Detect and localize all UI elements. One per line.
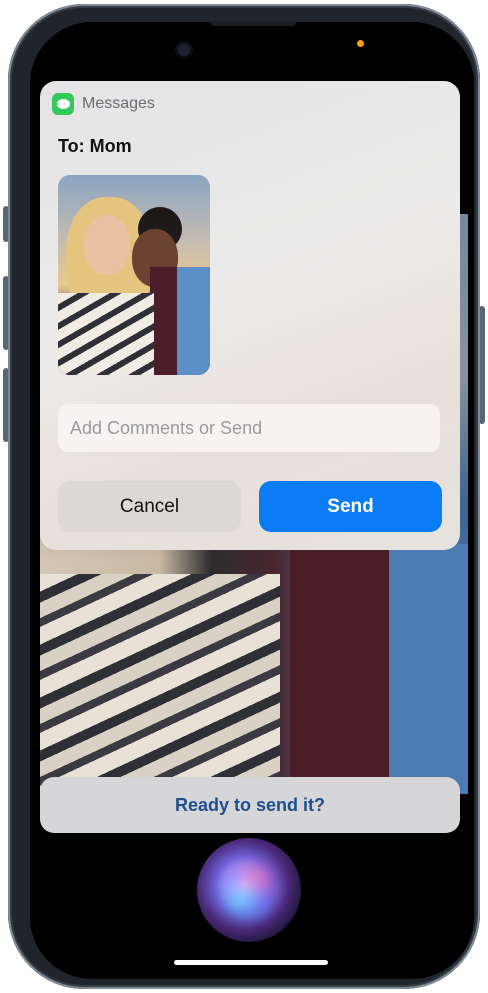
wallpaper-scarf	[40, 574, 280, 794]
speaker-grille	[210, 22, 296, 26]
wallpaper-shirt	[290, 544, 468, 794]
comment-input[interactable]	[58, 404, 440, 452]
siri-orb-icon[interactable]	[197, 838, 301, 942]
recipient-line: To: Mom	[58, 136, 132, 156]
siri-prompt: Ready to send it?	[40, 777, 460, 833]
app-name: Messages	[82, 95, 155, 112]
home-indicator[interactable]	[174, 960, 328, 965]
app-header: Messages	[52, 93, 155, 115]
recording-indicator	[357, 40, 364, 47]
messages-bubble-icon	[52, 93, 74, 115]
photo-attachment[interactable]	[58, 175, 210, 375]
messages-share-card: Messages To: Mom Cancel Send	[40, 81, 460, 550]
cancel-button[interactable]: Cancel	[58, 481, 241, 532]
send-button[interactable]: Send	[259, 481, 442, 532]
front-camera	[178, 44, 190, 56]
